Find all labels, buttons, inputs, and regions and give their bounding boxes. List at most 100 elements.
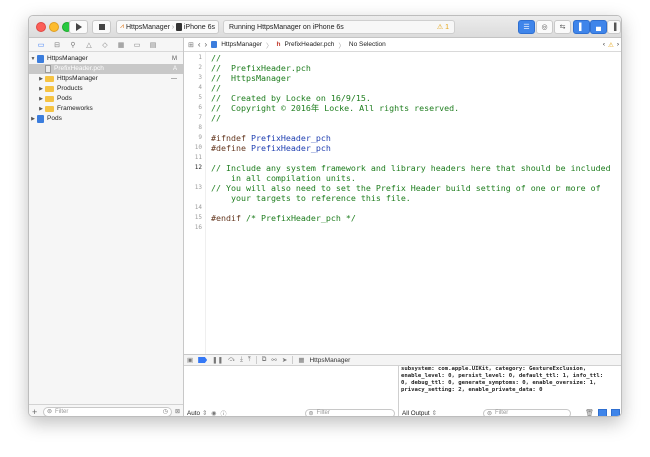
line-number[interactable]: 6 [198, 103, 202, 113]
line-number[interactable]: 5 [198, 93, 202, 103]
standard-editor-button[interactable]: ☰ [518, 20, 535, 34]
info-icon[interactable]: ⓘ [221, 409, 227, 417]
add-icon[interactable]: + [32, 407, 40, 417]
line-number[interactable]: 7 [198, 113, 202, 123]
process-label[interactable]: HttpsManager [309, 357, 350, 364]
tree-item-label: Products [57, 85, 83, 92]
tree-item-label: HttpsManager [57, 75, 98, 82]
warning-icon[interactable]: ⚠ [608, 41, 614, 49]
tree-item-pods-project[interactable]: ▶ Pods [29, 114, 183, 124]
code-line[interactable]: // [211, 53, 221, 63]
code-line[interactable]: // [211, 113, 221, 123]
run-button[interactable] [69, 20, 88, 34]
close-window-button[interactable] [36, 22, 46, 32]
line-number[interactable]: 4 [198, 83, 202, 93]
split-right-pane-icon[interactable] [611, 409, 620, 416]
scheme-selector[interactable]: ⩘ HttpsManager › iPhone 6s [116, 20, 219, 34]
recent-files-icon[interactable]: ◷ [163, 408, 168, 415]
breakpoints-toggle-icon[interactable] [198, 357, 208, 363]
toggle-navigator-button[interactable]: ▌ [573, 20, 590, 34]
tree-item-project[interactable]: ▼ HttpsManager M [29, 54, 183, 64]
pause-icon[interactable]: ❚❚ [212, 356, 223, 364]
line-number[interactable]: 11 [195, 153, 202, 163]
code-line[interactable]: // Include any system framework and libr… [211, 163, 611, 173]
warning-badge[interactable]: ⚠ 1 [437, 23, 449, 31]
tree-item-products[interactable]: ▶ Products [29, 84, 183, 94]
line-number[interactable]: 16 [195, 223, 202, 233]
step-out-icon[interactable]: ⤒ [248, 356, 251, 364]
minimize-window-button[interactable] [49, 22, 59, 32]
version-editor-button[interactable]: ⇆ [554, 20, 571, 34]
folder-icon[interactable]: ▭ [33, 41, 49, 49]
trash-icon[interactable]: 🗑 [585, 409, 594, 416]
location-icon[interactable]: ➤ [282, 356, 287, 364]
line-number[interactable]: 13 [195, 183, 202, 193]
stop-button[interactable] [92, 20, 111, 34]
view-hierarchy-icon[interactable]: ⧉ [262, 356, 267, 364]
line-number[interactable]: 1 [198, 53, 202, 63]
line-number[interactable]: 3 [198, 73, 202, 83]
code-line[interactable]: #endif /* PrefixHeader_pch */ [211, 213, 356, 223]
jumpbar-file[interactable]: PrefixHeader.pch [285, 41, 335, 48]
line-number[interactable]: 8 [198, 123, 202, 133]
code-line[interactable]: your targets to reference this file. [211, 193, 411, 203]
line-number[interactable]: 10 [195, 143, 202, 153]
console-view[interactable]: subsystem: com.apple.UIKit, category: Ge… [399, 366, 621, 417]
code-line[interactable]: // PrefixHeader.pch [211, 63, 311, 73]
line-number[interactable]: 14 [195, 203, 202, 213]
variables-scope-select[interactable]: Auto ⇕ [187, 410, 207, 417]
line-number[interactable]: 9 [198, 133, 202, 143]
code-line[interactable]: in all compilation units. [211, 173, 356, 183]
code-line[interactable]: // Created by Locke on 16/9/15. [211, 93, 371, 103]
breakpoint-icon[interactable]: ▭ [129, 41, 145, 49]
tree-item-prefix-header[interactable]: PrefixHeader.pch A [29, 64, 183, 74]
navigator-selector-bar: ▭ ⊟ ⚲ △ ◇ ▦ ▭ ▤ [29, 38, 183, 52]
code-line[interactable]: #ifndef PrefixHeader_pch [211, 133, 331, 143]
project-icon [37, 115, 44, 123]
code-line[interactable]: #define PrefixHeader_pch [211, 143, 331, 153]
search-icon[interactable]: ⚲ [65, 41, 81, 49]
test-icon[interactable]: ◇ [97, 41, 113, 49]
next-issue-icon[interactable]: › [617, 41, 619, 48]
tree-item-pods-group[interactable]: ▶ Pods [29, 94, 183, 104]
jumpbar-selection[interactable]: No Selection [349, 41, 386, 48]
navigator-filter-input[interactable]: ⊜ Filter ◷ [43, 406, 172, 416]
app-icon: ⩘ [120, 23, 124, 30]
chevron-right-icon: › [171, 23, 175, 31]
code-line[interactable]: // HttpsManager [211, 73, 291, 83]
step-over-icon[interactable]: ⤼ [228, 356, 235, 364]
debug-icon[interactable]: ▦ [113, 41, 129, 49]
memory-graph-icon[interactable]: ⚯ [271, 356, 276, 364]
line-number[interactable]: 2 [198, 63, 202, 73]
line-number[interactable]: 15 [195, 213, 202, 223]
scm-filter-icon[interactable]: ⊠ [175, 408, 180, 415]
eye-icon[interactable]: ◉ [211, 410, 216, 417]
device-name: iPhone 6s [183, 23, 215, 31]
tree-item-group[interactable]: ▶ HttpsManager — [29, 74, 183, 84]
variables-filter-input[interactable]: ⊜ Filter [304, 408, 395, 416]
tree-item-frameworks[interactable]: ▶ Frameworks [29, 104, 183, 114]
code-area[interactable]: 1 2 3 4 5 6 7 8 9 10 11 12 13 14 15 16 //// PrefixHeade… [184, 52, 621, 354]
related-items-icon[interactable]: ⊞ [188, 41, 194, 49]
code-line[interactable]: // You will also need to set the Prefix … [211, 183, 601, 193]
forward-arrow-icon[interactable]: › [205, 40, 208, 49]
back-arrow-icon[interactable]: ‹ [198, 40, 201, 49]
console-filter-input[interactable]: ⊜ Filter [482, 408, 571, 416]
toggle-debug-area-button[interactable]: ▄ [590, 20, 607, 34]
step-into-icon[interactable]: ⤓ [240, 356, 243, 364]
symbol-icon[interactable]: ⊟ [49, 41, 65, 49]
issue-icon[interactable]: △ [81, 41, 97, 49]
assistant-editor-button[interactable]: ◎ [536, 20, 553, 34]
jumpbar-project[interactable]: HttpsManager [221, 41, 262, 48]
toggle-utilities-button[interactable]: ▐ [607, 20, 621, 34]
output-scope-select[interactable]: All Output ⇕ [402, 410, 437, 417]
filter-placeholder: Filter [55, 408, 69, 415]
console-line: subsystem: com.apple.UIKit, category: Ge… [401, 366, 587, 372]
previous-issue-icon[interactable]: ‹ [603, 41, 605, 48]
line-number[interactable]: 12 [195, 163, 202, 173]
split-left-pane-icon[interactable] [598, 409, 607, 416]
code-line[interactable]: // [211, 83, 221, 93]
hide-debug-area-icon[interactable]: ▣ [187, 356, 193, 364]
report-icon[interactable]: ▤ [145, 41, 161, 49]
code-line[interactable]: // Copyright © 2016年 Locke. All rights r… [211, 103, 459, 113]
